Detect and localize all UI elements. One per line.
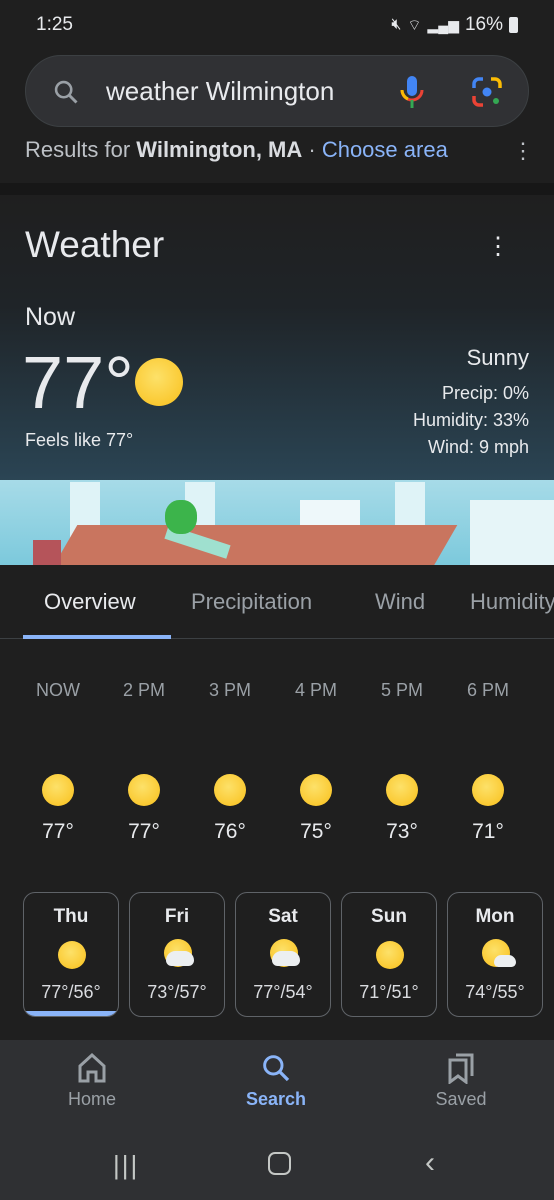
active-tab-indicator (23, 635, 171, 639)
status-icons: 🔇︎ ⌔ ▂▄▆ 16% (391, 14, 518, 36)
nav-saved-label: Saved (435, 1089, 487, 1109)
google-lens-icon[interactable] (471, 76, 503, 108)
status-time: 1:25 (36, 14, 73, 35)
day-name: Sun (371, 906, 407, 927)
hour-temp: 76° (214, 820, 246, 843)
day-card[interactable]: Sun 71°/51° (341, 892, 437, 1017)
current-temp: 77° (22, 341, 134, 424)
separator: · (302, 137, 322, 162)
sun-icon (300, 774, 332, 806)
results-location: Wilmington, MA (136, 137, 303, 162)
day-name: Fri (164, 906, 190, 927)
hour-temp: 77° (42, 820, 74, 843)
tab-precipitation[interactable]: Precipitation (191, 589, 312, 615)
hour-label: NOW (36, 680, 80, 700)
nav-search-label: Search (245, 1089, 307, 1109)
tab-humidity[interactable]: Humidity (470, 589, 554, 615)
condition: Sunny (466, 345, 529, 370)
weather-title: Weather (25, 224, 165, 265)
hour-temp: 77° (128, 820, 160, 843)
search-icon (263, 1055, 290, 1082)
hour-temp: 75° (300, 820, 332, 843)
search-bar[interactable]: weather Wilmington (25, 55, 529, 127)
hour-label: 2 PM (122, 680, 165, 700)
hour-temp: 71° (472, 820, 504, 843)
precip: Precip: 0% (441, 383, 529, 403)
day-name: Mon (475, 906, 515, 927)
search-input[interactable]: weather Wilmington (106, 76, 334, 107)
sun-icon (58, 941, 86, 969)
recent-apps-button[interactable]: ||| (113, 1150, 139, 1181)
location-line: Results for Wilmington, MA · Choose area (25, 137, 448, 163)
saved-icon (448, 1053, 474, 1085)
day-temps: 77°/54° (253, 982, 313, 1002)
hour-temp: 73° (386, 820, 418, 843)
wifi-icon: ⌔ (407, 16, 422, 34)
sun-icon (135, 358, 183, 406)
day-card[interactable]: Thu 77°/56° (23, 892, 119, 1017)
day-temps: 74°/55° (465, 982, 525, 1002)
mute-icon: 🔇︎ (391, 16, 402, 33)
tab-overview[interactable]: Overview (44, 589, 136, 615)
choose-area-link[interactable]: Choose area (322, 137, 448, 162)
day-temps: 71°/51° (359, 982, 419, 1002)
hour-label: 3 PM (208, 680, 251, 700)
back-button[interactable]: ‹ (425, 1146, 435, 1180)
microphone-icon[interactable] (398, 74, 426, 110)
more-options-icon[interactable]: ⋮ (512, 138, 534, 164)
weather-illustration (0, 480, 554, 565)
sun-icon (376, 941, 404, 969)
nav-home[interactable]: Home (32, 1052, 152, 1110)
weather-tabs: Overview Precipitation Wind Humidity (0, 565, 554, 639)
now-label: Now (25, 303, 76, 331)
selected-indicator (24, 1011, 118, 1016)
day-card[interactable]: Mon 74°/55° (447, 892, 543, 1017)
humidity: Humidity: 33% (412, 410, 529, 430)
hour-label: 4 PM (294, 680, 337, 700)
home-icon (78, 1052, 106, 1083)
sun-icon (128, 774, 160, 806)
tab-wind[interactable]: Wind (375, 589, 425, 615)
wind: Wind: 9 mph (427, 437, 529, 457)
search-icon (54, 80, 78, 104)
sun-icon (42, 774, 74, 806)
day-name: Thu (53, 906, 89, 927)
results-prefix: Results for (25, 137, 137, 162)
sun-icon (214, 774, 246, 806)
weather-more-icon[interactable]: ⋮ (486, 232, 510, 261)
nav-home-label: Home (67, 1089, 116, 1109)
battery-icon (509, 17, 518, 33)
day-name: Sat (268, 906, 298, 927)
hour-label: 5 PM (380, 680, 423, 700)
home-button[interactable] (268, 1152, 291, 1175)
nav-saved[interactable]: Saved (401, 1052, 521, 1110)
hour-label: 6 PM (466, 680, 509, 700)
battery-level: 16% (464, 14, 503, 35)
sun-icon (386, 774, 418, 806)
day-card[interactable]: Sat 77°/54° (235, 892, 331, 1017)
day-card[interactable]: Fri 73°/57° (129, 892, 225, 1017)
day-temps: 77°/56° (41, 982, 101, 1002)
sun-icon (472, 774, 504, 806)
divider (0, 183, 554, 195)
feels-like: Feels like 77° (25, 430, 134, 450)
nav-search[interactable]: Search (216, 1052, 336, 1110)
day-temps: 73°/57° (147, 982, 207, 1002)
signal-icon: ▂▄▆ (427, 16, 459, 33)
